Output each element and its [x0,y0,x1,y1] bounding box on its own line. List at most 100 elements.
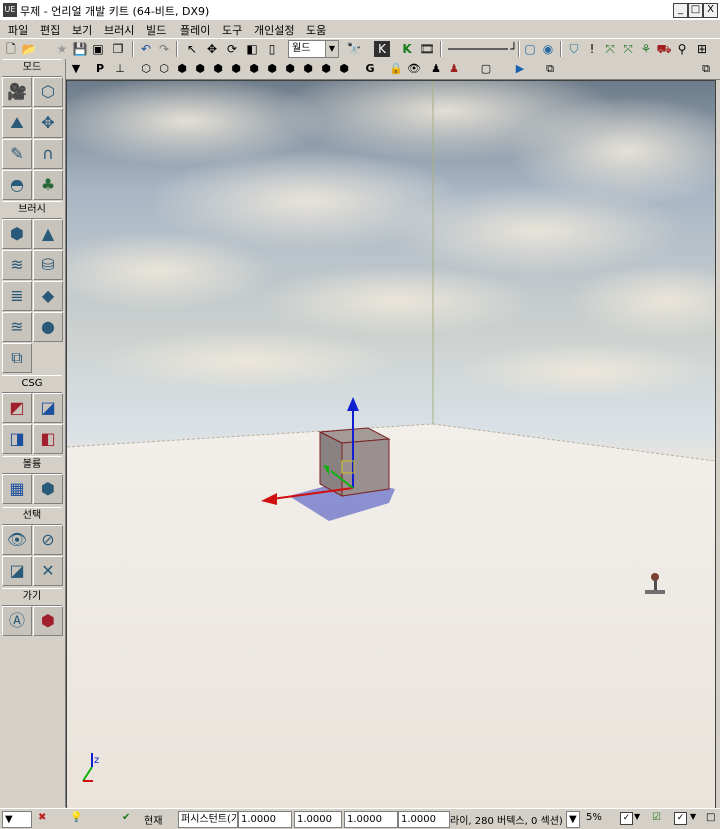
menu-view[interactable]: 보기 [72,22,92,38]
brush-wireframe-icon[interactable]: ⬡ [156,61,172,77]
linear-stair-icon[interactable]: ≣ [2,281,32,311]
curved-stair-icon[interactable]: ≋ [2,250,32,280]
undo-icon[interactable]: ↶ [138,41,154,57]
sphere-brush-icon[interactable]: ● [33,312,63,342]
minimize-button[interactable]: _ [673,3,688,18]
add-special-icon[interactable]: ⬢ [33,474,63,504]
rotation-snap-checkbox[interactable]: ✓ [674,812,687,825]
translate-icon[interactable]: ✥ [204,41,220,57]
geometry-mode-icon[interactable]: ⬡ [33,77,63,107]
volumetric-brush-icon[interactable]: ⧉ [2,343,32,373]
perspective-viewport[interactable]: z [66,80,716,810]
light-complexity-icon[interactable]: ⬢ [246,61,262,77]
cinematic-icon[interactable]: ♟ [446,61,462,77]
bug-icon[interactable]: ✖ [38,812,46,823]
lightbulb-icon[interactable]: 💡 [70,812,82,823]
cone-brush-icon[interactable]: ▲ [33,219,63,249]
chevron-down-icon[interactable]: ▼ [690,812,696,821]
csg-subtract-icon[interactable]: ◪ [33,393,63,423]
go-to-actor-icon[interactable]: Ⓐ [2,606,32,636]
rotate-icon[interactable]: ⟳ [224,41,240,57]
viewport-menu-chevron-icon[interactable]: ▼ [68,61,84,77]
select-icon[interactable]: ↖ [184,41,200,57]
redo-icon[interactable]: ↷ [156,41,172,57]
build-lighting-icon[interactable]: ⤧ [620,41,636,57]
show-all-icon[interactable]: ✕ [33,556,63,586]
light-icon[interactable]: ǃ [584,41,600,57]
chevron-down-icon[interactable]: ▼ [634,812,640,821]
detail-lighting-icon[interactable]: ⬢ [210,61,226,77]
lightmap-density-icon[interactable]: ⬢ [300,61,316,77]
terrain-mode-icon[interactable]: ⛰ [2,108,32,138]
menu-help[interactable]: 도움 [306,22,326,38]
lighting-color-icon[interactable]: ⬢ [318,61,334,77]
search-icon[interactable]: ⚲ [674,41,690,57]
app-icon[interactable]: UE [3,3,17,17]
menu-edit[interactable]: 편집 [40,22,60,38]
favorite-icon[interactable]: ★ [54,41,70,57]
game-view-icon[interactable]: ▢ [522,41,538,57]
reflections-icon[interactable]: ⬢ [336,61,352,77]
go-to-builder-brush-icon[interactable]: ⬢ [33,606,63,636]
snap-icon[interactable]: ☑ [652,812,661,823]
scale-icon[interactable]: ◧ [244,41,260,57]
show-selected-icon[interactable]: 👁 [2,525,32,555]
menu-preferences[interactable]: 개인설정 [254,22,294,38]
new-file-icon[interactable]: 🗋 [3,41,19,57]
drag-grid-z-field[interactable]: 1.0000 [344,811,398,828]
scale-nonuniform-icon[interactable]: ▯ [264,41,280,57]
command-combo[interactable]: ▼ [2,811,32,828]
content-browser-icon[interactable]: K [399,41,415,57]
csg-add-icon[interactable]: ◩ [2,393,32,423]
actor-lock-icon[interactable]: ♟ [428,61,444,77]
shader-complexity-icon[interactable]: ⬢ [282,61,298,77]
spiral-stair-icon[interactable]: ≊ [2,312,32,342]
landscape-icon[interactable]: ◓ [2,170,32,200]
texture-align-icon[interactable]: ✥ [33,108,63,138]
menu-file[interactable]: 파일 [8,22,28,38]
lock-icon[interactable]: 🔒 [388,61,404,77]
lighting-only-icon[interactable]: ⬢ [228,61,244,77]
slider-track[interactable] [448,48,508,50]
scale-snap-icon[interactable]: □ [706,812,715,823]
close-button[interactable]: X [703,3,718,18]
wireframe-icon[interactable]: ⬡ [138,61,154,77]
restore-viewport-icon[interactable]: ⧉ [698,61,714,77]
lit-icon[interactable]: ⬢ [192,61,208,77]
sheet-brush-icon[interactable]: ◆ [33,281,63,311]
build-all-icon[interactable]: ⛟ [656,41,672,57]
texture-density-icon[interactable]: ⬢ [264,61,280,77]
csg-intersect-icon[interactable]: ◨ [2,424,32,454]
play-icon[interactable]: ▶ [512,61,528,77]
static-mesh-icon[interactable]: ∩ [33,139,63,169]
scene-canvas[interactable]: z [67,81,715,809]
menu-tools[interactable]: 도구 [222,22,242,38]
maximize-viewport-icon[interactable]: ▢ [478,61,494,77]
realtime-toggle[interactable]: P [92,61,108,77]
cylinder-brush-icon[interactable]: ⛁ [33,250,63,280]
drag-grid-w-field[interactable]: 1.0000 [398,811,450,828]
build-paths-icon[interactable]: ⚘ [638,41,654,57]
menu-brush[interactable]: 브러시 [104,22,134,38]
copy-icon[interactable]: ❐ [110,41,126,57]
float-viewport-icon[interactable]: ⧉ [542,61,558,77]
build-geometry-icon[interactable]: ⤧ [602,41,618,57]
coord-system-select[interactable]: 월드 ▼ [288,40,339,58]
stats-dropdown[interactable]: ▼ [566,811,580,828]
realtime-view-icon[interactable]: ◉ [540,41,556,57]
eye-icon[interactable]: 👁 [406,61,422,77]
menu-play[interactable]: 플레이 [180,22,210,38]
grid-snap-checkbox[interactable]: ✓ [620,812,633,825]
drag-grid-y-field[interactable]: 1.0000 [294,811,342,828]
kismet-icon[interactable]: K [374,41,390,57]
invert-selection-icon[interactable]: ◪ [2,556,32,586]
perspective-icon[interactable]: ⊥ [112,61,128,77]
open-folder-icon[interactable]: 📂 [21,41,37,57]
find-icon[interactable]: 🔭 [346,41,362,57]
level-field[interactable]: 퍼시스턴트(기 [178,811,238,828]
csg-deintersect-icon[interactable]: ◧ [33,424,63,454]
maximize-button[interactable]: □ [688,3,703,18]
drag-grid-x-field[interactable]: 1.0000 [238,811,292,828]
foliage-icon[interactable]: ♣ [33,170,63,200]
unlit-icon[interactable]: ⬢ [174,61,190,77]
